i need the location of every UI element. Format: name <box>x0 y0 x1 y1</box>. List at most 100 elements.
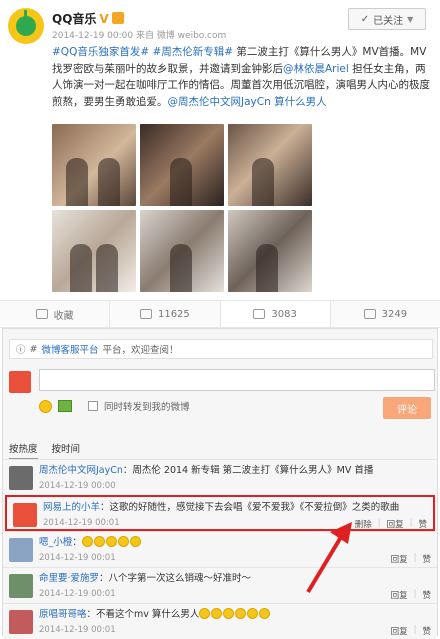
comment-reply-button[interactable]: 回复 <box>391 625 408 637</box>
emoji-icon <box>199 608 211 619</box>
post-link[interactable]: #周杰伦新专辑# <box>152 46 233 58</box>
post-link[interactable]: #QQ音乐独家首发# <box>52 46 149 58</box>
forward-label: 同时转发到我的微博 <box>104 402 190 413</box>
photo-grid <box>52 124 312 294</box>
post-link[interactable]: @周杰伦中文网JayCn <box>168 96 271 108</box>
post-link[interactable]: @林依晨Ariel <box>283 63 349 75</box>
tab-time[interactable]: 按时间 <box>52 441 81 459</box>
photo-3[interactable] <box>228 124 312 206</box>
comment-reply-button[interactable]: 回复 <box>391 589 408 601</box>
emoji-icon[interactable] <box>39 399 52 413</box>
commenter-name[interactable]: 周杰伦中文网JayCn <box>39 465 123 476</box>
comment-input[interactable] <box>39 369 435 391</box>
emoji-icon <box>259 608 271 619</box>
comment-row: 命里要·爱施罗：八个字第一次这么销魂～好准时～ 2014-12-19 00:01 回… <box>3 567 437 603</box>
emoji-icon <box>81 536 93 547</box>
comment-delete-button[interactable]: 删除 <box>355 518 372 530</box>
weibo-post: QQ音乐 V 2014-12-19 00:00 来自 微博 weibo.com ✓… <box>0 0 440 300</box>
verified-badge-icon: V <box>99 12 109 26</box>
comment-text: ： <box>72 537 82 548</box>
tab-hot[interactable]: 按热度 <box>9 441 38 459</box>
emoji-icon <box>93 536 105 547</box>
comment-time: 2014-12-19 00:01 <box>39 625 116 635</box>
separator: | <box>377 518 381 528</box>
separator: | <box>409 518 413 528</box>
comment-reply-button[interactable]: 回复 <box>391 553 408 565</box>
action-label: 收藏 <box>53 310 74 322</box>
action-like[interactable]: 3249 <box>331 301 440 327</box>
notice-bar: ⓘ # 微博客服平台 平台，欢迎查阅！ <box>9 339 433 359</box>
like-icon <box>363 309 376 319</box>
comment-row: 原唱哥哥咯：不看这个mv 算什么男人 2014-12-19 00:01 回复 | 赞 <box>3 603 437 639</box>
emoji-icon <box>247 608 259 619</box>
notice-link[interactable]: 微博客服平台 <box>41 342 98 356</box>
emoji-icon <box>129 536 141 547</box>
image-icon[interactable] <box>58 400 72 412</box>
star-icon <box>35 309 48 319</box>
separator: | <box>413 589 417 599</box>
photo-6[interactable] <box>228 210 312 292</box>
commenter-name[interactable]: 原唱哥哥咯 <box>39 609 87 620</box>
action-label: 11625 <box>157 308 190 320</box>
author-avatar[interactable] <box>8 8 44 44</box>
comment-text: ：八个字第一次这么销魂～好准时～ <box>99 573 252 584</box>
comment-row: 周杰伦中文网JayCn：周杰伦 2014 新专辑 第二波主打《算什么男人》MV … <box>3 459 437 495</box>
comment-tools: 同时转发到我的微博 <box>39 399 190 413</box>
action-star[interactable]: 收藏 <box>0 301 111 327</box>
comment-time: 2014-12-19 00:01 <box>39 589 116 599</box>
comment-body: 命里要·爱施罗：八个字第一次这么销魂～好准时～ <box>39 571 251 586</box>
commenter-avatar[interactable] <box>9 574 33 598</box>
comment-like-button[interactable]: 赞 <box>422 625 431 637</box>
commenter-name[interactable]: 嗯_小橙 <box>39 537 72 548</box>
photo-1[interactable] <box>52 124 136 206</box>
comment-row: 嗯_小橙： 2014-12-19 00:01 回复 | 赞 <box>3 531 437 567</box>
emoji-icon <box>211 608 223 619</box>
comment-text: ：不看这个mv 算什么男人 <box>86 609 200 620</box>
post-text: #QQ音乐独家首发# #周杰伦新专辑# 第二波主打《算什么男人》MV首播。MV找… <box>52 44 432 110</box>
medal-icon <box>111 12 124 24</box>
comment-text: ：周杰伦 2014 新专辑 第二波主打《算什么男人》MV 首播 <box>122 465 374 476</box>
forward-checkbox[interactable] <box>88 401 98 411</box>
share-icon <box>139 309 152 319</box>
commenter-avatar[interactable] <box>13 503 37 527</box>
emoji-icon <box>235 608 247 619</box>
action-label: 3249 <box>381 308 408 320</box>
photo-2[interactable] <box>140 124 224 206</box>
photo-5[interactable] <box>140 210 224 292</box>
comment-submit-button[interactable]: 评论 <box>383 397 431 419</box>
my-avatar[interactable] <box>9 371 31 393</box>
commenter-avatar[interactable] <box>9 538 33 562</box>
comment-actions: 回复 | 赞 <box>391 589 431 601</box>
action-comment[interactable]: 3083 <box>220 301 331 327</box>
post-meta: 2014-12-19 00:00 来自 微博 weibo.com <box>52 31 227 41</box>
photo-4[interactable] <box>52 210 136 292</box>
comment-row: 网易上的小羊：这歌的好随性，感觉接下去会唱《爱不爱我》《不爱拉倒》之类的歌曲 20… <box>5 495 435 531</box>
author-name[interactable]: QQ音乐 <box>52 12 96 26</box>
info-icon: ⓘ <box>16 345 26 356</box>
comment-time: 2014-12-19 00:00 <box>39 481 116 491</box>
post-link[interactable]: 算什么男人 <box>274 96 327 108</box>
action-bar: 收藏 11625 3083 3249 <box>0 300 440 328</box>
commenter-avatar[interactable] <box>9 466 33 490</box>
comment-body: 网易上的小羊：这歌的好随性，感觉接下去会唱《爱不爱我》《不爱拉倒》之类的歌曲 <box>43 500 399 515</box>
commenter-avatar[interactable] <box>9 610 33 634</box>
emoji-icon <box>105 536 117 547</box>
comment-actions: 删除 | 回复 | 赞 <box>355 518 427 530</box>
follow-button[interactable]: ✓ 已关注 ▼ <box>348 8 426 30</box>
action-share[interactable]: 11625 <box>110 301 221 327</box>
follow-label: 已关注 <box>373 15 404 27</box>
comment-body: 原唱哥哥咯：不看这个mv 算什么男人 <box>39 607 271 622</box>
comment-text: ：这歌的好随性，感觉接下去会唱《爱不爱我》《不爱拉倒》之类的歌曲 <box>100 502 400 513</box>
separator: | <box>413 625 417 635</box>
comment-like-button[interactable]: 赞 <box>422 589 431 601</box>
commenter-name[interactable]: 网易上的小羊 <box>43 502 100 513</box>
comment-like-button[interactable]: 赞 <box>418 518 427 530</box>
comment-reply-button[interactable]: 回复 <box>387 518 404 530</box>
comment-like-button[interactable]: 赞 <box>422 553 431 565</box>
separator: | <box>413 553 417 563</box>
comment-icon <box>253 309 266 319</box>
commenter-name[interactable]: 命里要·爱施罗 <box>39 573 99 584</box>
notice-prefix: # <box>29 343 38 355</box>
emoji-icon <box>223 608 235 619</box>
author-name-row: QQ音乐 V <box>52 10 124 27</box>
